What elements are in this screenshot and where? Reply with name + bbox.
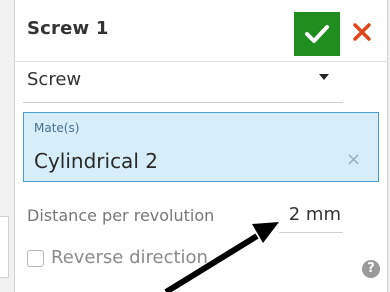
- mate-selection-label: Mate(s): [34, 121, 80, 135]
- distance-label: Distance per revolution: [27, 206, 215, 225]
- mate-selection-field[interactable]: Mate(s) Cylindrical 2 ×: [23, 112, 379, 182]
- reverse-direction-label[interactable]: Reverse direction: [51, 247, 208, 268]
- mate-selection-value: Cylindrical 2: [34, 149, 158, 173]
- distance-input[interactable]: 2 mm: [279, 198, 343, 233]
- mate-type-value: Screw: [27, 69, 82, 90]
- help-icon[interactable]: ?: [362, 260, 380, 278]
- cancel-button[interactable]: [347, 14, 377, 50]
- reverse-direction-checkbox[interactable]: [27, 250, 44, 267]
- mate-type-dropdown[interactable]: Screw: [23, 62, 343, 103]
- screw-mate-dialog: Screw 1 Screw Mate(s) Cylindrical 2 × Di…: [14, 0, 388, 292]
- dialog-title: Screw 1: [27, 18, 109, 39]
- caret-down-icon: [319, 74, 329, 80]
- close-icon: [353, 23, 371, 41]
- clear-selection-icon[interactable]: ×: [346, 149, 361, 170]
- checkmark-icon: [305, 25, 329, 43]
- accept-button[interactable]: [294, 12, 340, 56]
- left-panel-edge: [0, 216, 9, 278]
- distance-value: 2 mm: [288, 204, 341, 225]
